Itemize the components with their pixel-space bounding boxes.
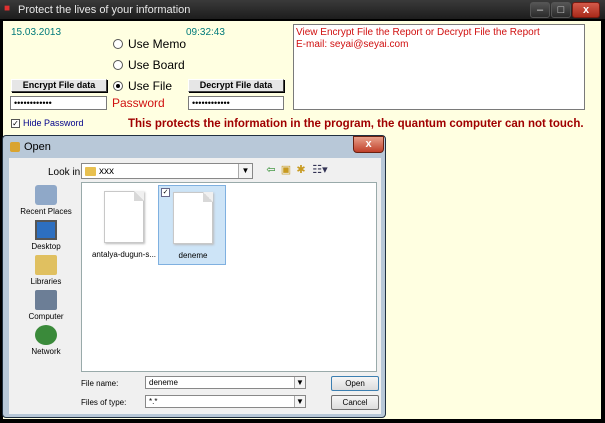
files-of-type-select[interactable]: *.* ▼ — [145, 395, 306, 408]
network-icon — [35, 325, 57, 345]
view-menu-icon[interactable]: ☷▾ — [309, 164, 331, 177]
cancel-button[interactable]: Cancel — [331, 395, 379, 410]
place-network[interactable]: Network — [13, 325, 79, 356]
document-icon — [104, 191, 144, 243]
look-in-label: Look in: — [48, 167, 84, 178]
document-icon — [173, 192, 213, 244]
chevron-down-icon[interactable]: ▼ — [294, 377, 305, 388]
maximize-button[interactable]: □ — [551, 2, 571, 18]
report-line-2: E-mail: seyai@seyai.com — [296, 39, 409, 50]
encrypt-file-button[interactable]: Encrypt File data — [11, 79, 107, 92]
use-memo-label: Use Memo — [128, 37, 187, 51]
place-label: Recent Places — [20, 207, 72, 216]
places-bar: Recent Places Desktop Libraries Computer… — [13, 183, 79, 358]
computer-icon — [35, 290, 57, 310]
hide-password-label: Hide Password — [23, 118, 84, 128]
file-list[interactable]: antalya-dugun-s... ✓ deneme — [81, 182, 377, 372]
dialog-close-button[interactable]: x — [353, 136, 384, 153]
main-titlebar: ■ Protect the lives of your information … — [0, 0, 605, 20]
recent-places-icon — [35, 185, 57, 205]
use-file-radio[interactable]: Use File — [113, 79, 172, 93]
report-memo[interactable]: View Encrypt File the Report or Decrypt … — [293, 24, 585, 110]
look-in-combo[interactable]: xxx ▼ — [81, 163, 253, 179]
file-name: deneme — [178, 251, 208, 260]
open-dialog: Open x Look in: xxx ▼ ⇦ ▣ ✱ ☷▾ Recent Pl… — [2, 135, 386, 418]
date-label: 15.03.2013 — [11, 27, 62, 38]
dialog-body: Look in: xxx ▼ ⇦ ▣ ✱ ☷▾ Recent Places De… — [9, 158, 381, 414]
new-folder-icon[interactable]: ✱ — [294, 164, 308, 177]
report-line-1: View Encrypt File the Report or Decrypt … — [296, 27, 540, 38]
chevron-down-icon[interactable]: ▼ — [294, 396, 305, 407]
radio-circle-memo[interactable] — [113, 39, 123, 49]
close-button[interactable]: x — [572, 2, 600, 18]
up-folder-icon[interactable]: ▣ — [279, 164, 293, 177]
file-checkbox[interactable]: ✓ — [161, 188, 170, 197]
file-item[interactable]: antalya-dugun-s... — [90, 185, 158, 265]
file-name-label: File name: — [81, 379, 119, 388]
file-item-selected[interactable]: ✓ deneme — [158, 185, 226, 265]
password-input-right[interactable]: •••••••••••• — [188, 96, 284, 110]
time-label: 09:32:43 — [186, 27, 225, 38]
place-label: Desktop — [31, 242, 61, 251]
chevron-down-icon[interactable]: ▼ — [238, 164, 252, 178]
file-name: antalya-dugun-s... — [91, 250, 157, 259]
open-button[interactable]: Open — [331, 376, 379, 391]
decrypt-file-button[interactable]: Decrypt File data — [188, 79, 284, 92]
window-title: Protect the lives of your information — [18, 4, 191, 16]
password-label: Password — [112, 96, 165, 110]
app-icon: ■ — [4, 3, 11, 14]
hide-password-checkbox[interactable]: ✓ — [11, 119, 20, 128]
folder-icon — [85, 167, 96, 176]
files-of-type-value: *.* — [149, 397, 158, 406]
place-label: Network — [31, 347, 61, 356]
use-board-label: Use Board — [128, 58, 185, 72]
use-board-radio[interactable]: Use Board — [113, 58, 185, 72]
dialog-title: Open — [24, 141, 51, 153]
libraries-icon — [35, 255, 57, 275]
dialog-titlebar[interactable]: Open x — [3, 136, 385, 158]
look-in-value: xxx — [99, 166, 114, 177]
password-input-left[interactable]: •••••••••••• — [10, 96, 107, 110]
place-libraries[interactable]: Libraries — [13, 255, 79, 286]
file-name-input[interactable]: deneme ▼ — [145, 376, 306, 389]
place-desktop[interactable]: Desktop — [13, 220, 79, 251]
files-of-type-label: Files of type: — [81, 398, 127, 407]
place-label: Computer — [28, 312, 64, 321]
place-computer[interactable]: Computer — [13, 290, 79, 321]
warning-text: This protects the information in the pro… — [128, 118, 584, 130]
minimize-button[interactable]: – — [530, 2, 550, 18]
file-name-value: deneme — [149, 378, 178, 387]
radio-circle-file[interactable] — [113, 81, 123, 91]
use-file-label: Use File — [128, 79, 173, 93]
back-arrow-icon[interactable]: ⇦ — [264, 164, 278, 177]
radio-circle-board[interactable] — [113, 60, 123, 70]
use-memo-radio[interactable]: Use Memo — [113, 37, 186, 51]
place-label: Libraries — [30, 277, 62, 286]
dialog-folder-icon — [10, 142, 20, 152]
place-recent-places[interactable]: Recent Places — [13, 185, 79, 216]
desktop-icon — [35, 220, 57, 240]
